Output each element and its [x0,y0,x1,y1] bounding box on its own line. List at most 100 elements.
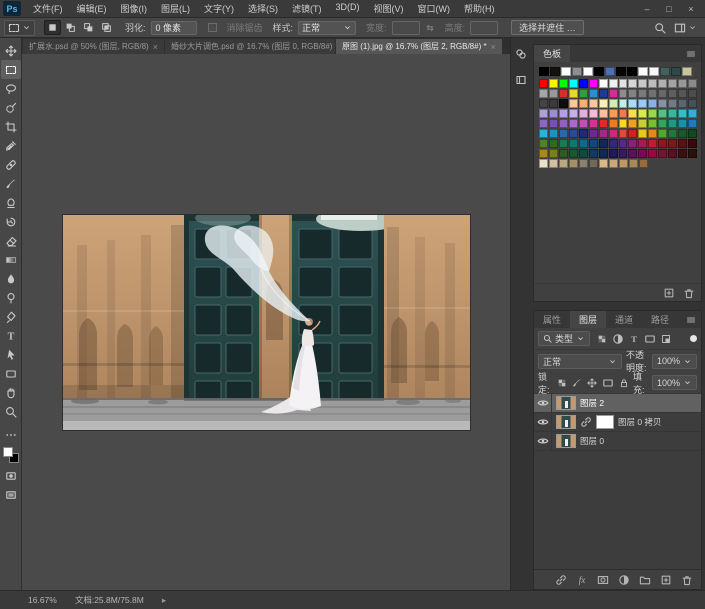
swatch[interactable] [628,89,637,98]
swatch[interactable] [668,99,677,108]
foreground-color[interactable] [3,447,13,457]
swatch[interactable] [678,109,687,118]
zoom-level[interactable]: 16.67% [28,595,57,605]
swatch[interactable] [658,79,667,88]
anti-alias-checkbox[interactable] [208,23,217,32]
swatch[interactable] [589,139,598,148]
eyedropper-tool[interactable] [1,136,21,155]
swatch[interactable] [559,119,568,128]
filter-type-layers-icon[interactable]: T [629,334,639,344]
swatch[interactable] [668,129,677,138]
menu-item[interactable]: 图层(L) [155,0,196,17]
layer-row[interactable]: 图层 0 [534,432,701,451]
zoom-tool[interactable] [1,402,21,421]
layer-visibility-eye-icon[interactable] [534,413,552,432]
swatch[interactable] [648,119,657,128]
swatch[interactable] [579,149,588,158]
swatch[interactable] [668,89,677,98]
swatch[interactable] [559,109,568,118]
swatch[interactable] [609,99,618,108]
gradient-tool[interactable] [1,250,21,269]
swatch[interactable] [658,149,667,158]
swatch[interactable] [550,67,560,76]
swatch[interactable] [688,99,697,108]
swatch[interactable] [559,129,568,138]
swatch[interactable] [671,67,681,76]
pen-tool[interactable] [1,307,21,326]
layer-visibility-eye-icon[interactable] [534,432,552,451]
swatch[interactable] [619,149,628,158]
document-tab[interactable]: 婚纱大片调色.psd @ 16.7% (图层 0, RGB/8#) *× [165,39,335,54]
swatch[interactable] [678,129,687,138]
swatch[interactable] [599,109,608,118]
swatch[interactable] [569,119,578,128]
swatch[interactable] [605,67,615,76]
workspace-switcher-icon[interactable] [674,22,686,34]
swatch[interactable] [599,129,608,138]
swatch[interactable] [619,119,628,128]
filter-pixel-layers-icon[interactable] [597,334,607,344]
swatch[interactable] [569,99,578,108]
quick-mask-button[interactable] [1,466,21,485]
swatch[interactable] [549,99,558,108]
layer-row[interactable]: 图层 2 [534,394,701,413]
swatch[interactable] [668,139,677,148]
layer-row[interactable]: 图层 0 拷贝 [534,413,701,432]
swatch[interactable] [639,159,648,168]
swatch[interactable] [599,79,608,88]
menu-item[interactable]: 3D(D) [330,0,366,17]
lasso-tool[interactable] [1,79,21,98]
swatch[interactable] [599,89,608,98]
swatch[interactable] [589,129,598,138]
lock-all-icon[interactable] [619,378,629,388]
marquee-tool[interactable] [1,60,21,79]
swatch[interactable] [539,109,548,118]
swatch[interactable] [589,99,598,108]
swatch[interactable] [638,99,647,108]
new-adjustment-layer-icon[interactable] [618,574,630,586]
lock-image-pixels-icon[interactable] [572,378,582,388]
fill-input[interactable]: 100% [652,375,697,390]
swatch[interactable] [678,89,687,98]
swatch[interactable] [569,159,578,168]
swatch[interactable] [539,89,548,98]
swatch[interactable] [628,99,637,108]
swatch[interactable] [638,109,647,118]
swatch[interactable] [619,159,628,168]
swatch[interactable] [638,79,647,88]
link-layers-icon[interactable] [555,574,567,586]
swatch[interactable] [589,159,598,168]
swatch[interactable] [638,149,647,158]
clone-stamp-tool[interactable] [1,193,21,212]
swatch[interactable] [627,67,637,76]
menu-item[interactable]: 文字(Y) [198,0,240,17]
swatch[interactable] [569,149,578,158]
filter-smart-objects-icon[interactable] [661,334,671,344]
swatch[interactable] [559,159,568,168]
swatch[interactable] [609,139,618,148]
swatch[interactable] [648,149,657,158]
quick-selection-tool[interactable] [1,98,21,117]
close-button[interactable]: × [681,2,701,16]
swatch[interactable] [628,129,637,138]
swatch[interactable] [559,139,568,148]
swap-dimensions-icon[interactable] [425,23,435,33]
swatch[interactable] [688,79,697,88]
swatch[interactable] [678,139,687,148]
layer-visibility-eye-icon[interactable] [534,394,552,413]
blend-mode-select[interactable]: 正常 [538,354,622,369]
swatch[interactable] [668,79,677,88]
brush-tool[interactable] [1,174,21,193]
swatch[interactable] [549,149,558,158]
swatch[interactable] [549,109,558,118]
style-select[interactable]: 正常 [298,21,356,35]
swatch[interactable] [658,99,667,108]
current-tool-preview[interactable] [4,20,35,36]
filter-adjustment-layers-icon[interactable] [612,333,624,345]
swatch[interactable] [589,149,598,158]
swatch[interactable] [609,89,618,98]
swatch[interactable] [589,119,598,128]
swatch[interactable] [539,159,548,168]
add-selection-button[interactable] [62,20,79,35]
swatch[interactable] [682,67,692,76]
